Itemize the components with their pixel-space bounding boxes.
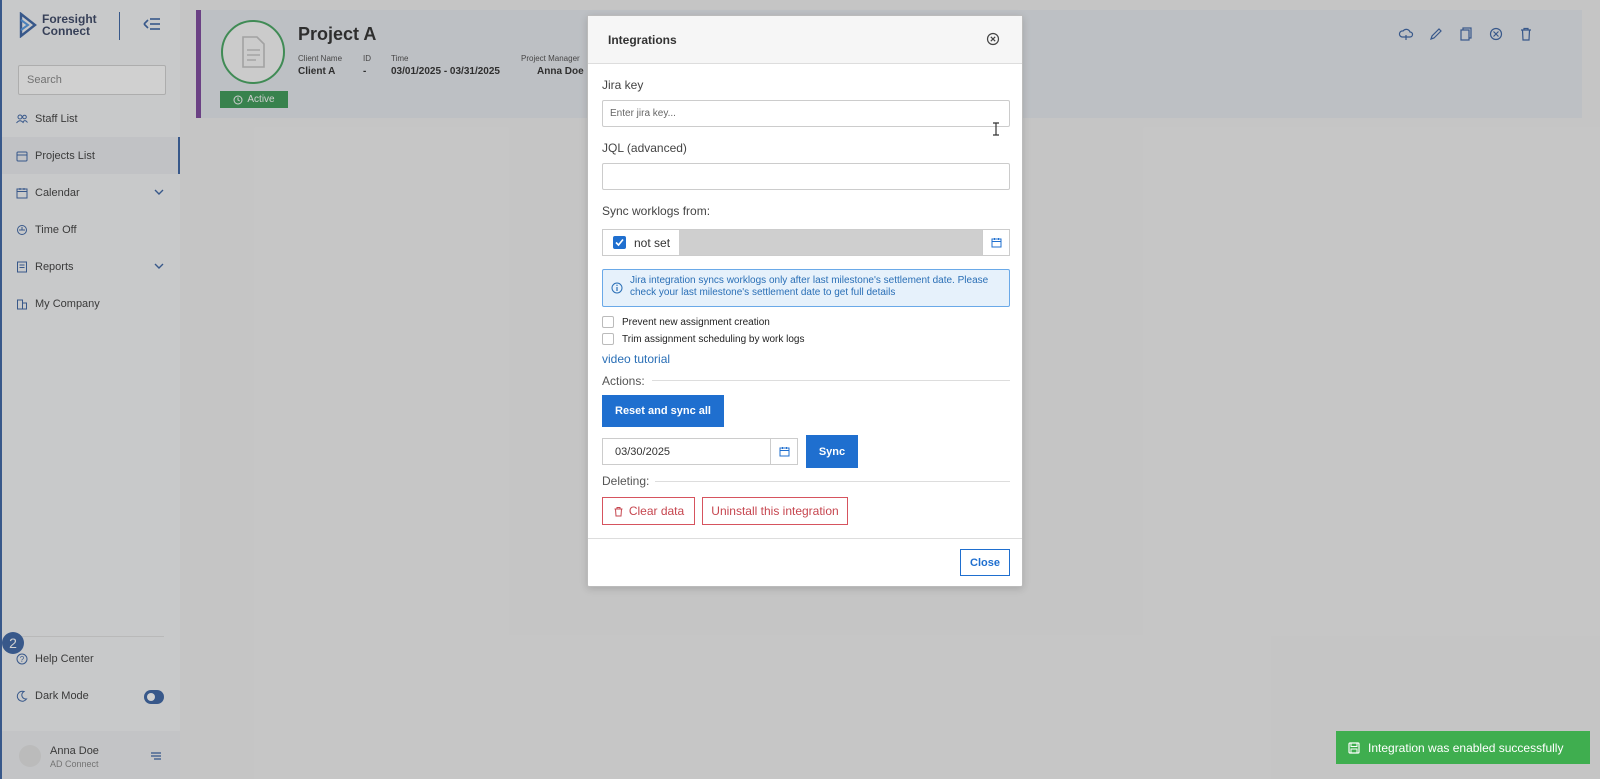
video-tutorial-link[interactable]: video tutorial — [602, 352, 670, 366]
sync-worklogs-control: not set — [602, 229, 1010, 256]
actions-section-label: Actions: — [602, 374, 645, 388]
prevent-assignment-checkbox[interactable]: Prevent new assignment creation — [602, 316, 770, 328]
close-button[interactable]: Close — [960, 549, 1010, 576]
deleting-section-label: Deleting: — [602, 474, 650, 488]
clear-data-button[interactable]: Clear data — [602, 497, 695, 525]
info-text: Jira integration syncs worklogs only aft… — [630, 275, 989, 298]
sync-worklogs-label: Sync worklogs from: — [602, 204, 711, 218]
checkbox-unchecked-icon — [602, 316, 614, 328]
sync-date-value[interactable]: 03/30/2025 — [603, 439, 770, 464]
uninstall-integration-button[interactable]: Uninstall this integration — [702, 497, 848, 525]
modal-footer: Close — [588, 538, 1022, 586]
toast-message: Integration was enabled successfully — [1368, 740, 1564, 755]
save-icon — [1348, 741, 1360, 754]
sync-date-field: 03/30/2025 — [602, 438, 798, 465]
jira-key-input[interactable] — [602, 100, 1010, 127]
info-icon — [611, 282, 623, 294]
sync-date-calendar-button[interactable] — [982, 230, 1009, 255]
modal-header: Integrations — [588, 16, 1022, 64]
checkbox-unchecked-icon — [602, 333, 614, 345]
close-icon[interactable] — [986, 32, 1000, 46]
not-set-checkbox[interactable]: not set — [603, 230, 679, 255]
modal-title: Integrations — [608, 33, 677, 47]
trim-scheduling-label: Trim assignment scheduling by work logs — [622, 333, 805, 345]
trim-scheduling-checkbox[interactable]: Trim assignment scheduling by work logs — [602, 333, 804, 345]
prevent-assignment-label: Prevent new assignment creation — [622, 316, 770, 328]
trash-icon — [614, 506, 623, 516]
success-toast[interactable]: Integration was enabled successfully — [1336, 731, 1590, 764]
integrations-modal: Integrations Jira key JQL (advanced) Syn… — [587, 15, 1023, 587]
checkbox-checked-icon — [613, 236, 626, 249]
text-cursor-icon — [993, 122, 999, 136]
actions-divider — [652, 380, 1010, 381]
clear-data-label: Clear data — [628, 504, 685, 518]
jira-key-label: Jira key — [602, 78, 644, 92]
jql-input[interactable] — [602, 163, 1010, 190]
sync-date-picker-button[interactable] — [770, 439, 797, 464]
calendar-icon — [779, 447, 789, 457]
calendar-icon — [991, 238, 1001, 248]
info-alert: Jira integration syncs worklogs only aft… — [602, 269, 1010, 307]
sync-button[interactable]: Sync — [806, 435, 858, 468]
deleting-divider — [655, 481, 1010, 482]
reset-and-sync-all-button[interactable]: Reset and sync all — [602, 395, 724, 427]
jql-label: JQL (advanced) — [602, 141, 687, 155]
sync-date-input-disabled — [679, 230, 982, 255]
not-set-label: not set — [634, 235, 671, 250]
